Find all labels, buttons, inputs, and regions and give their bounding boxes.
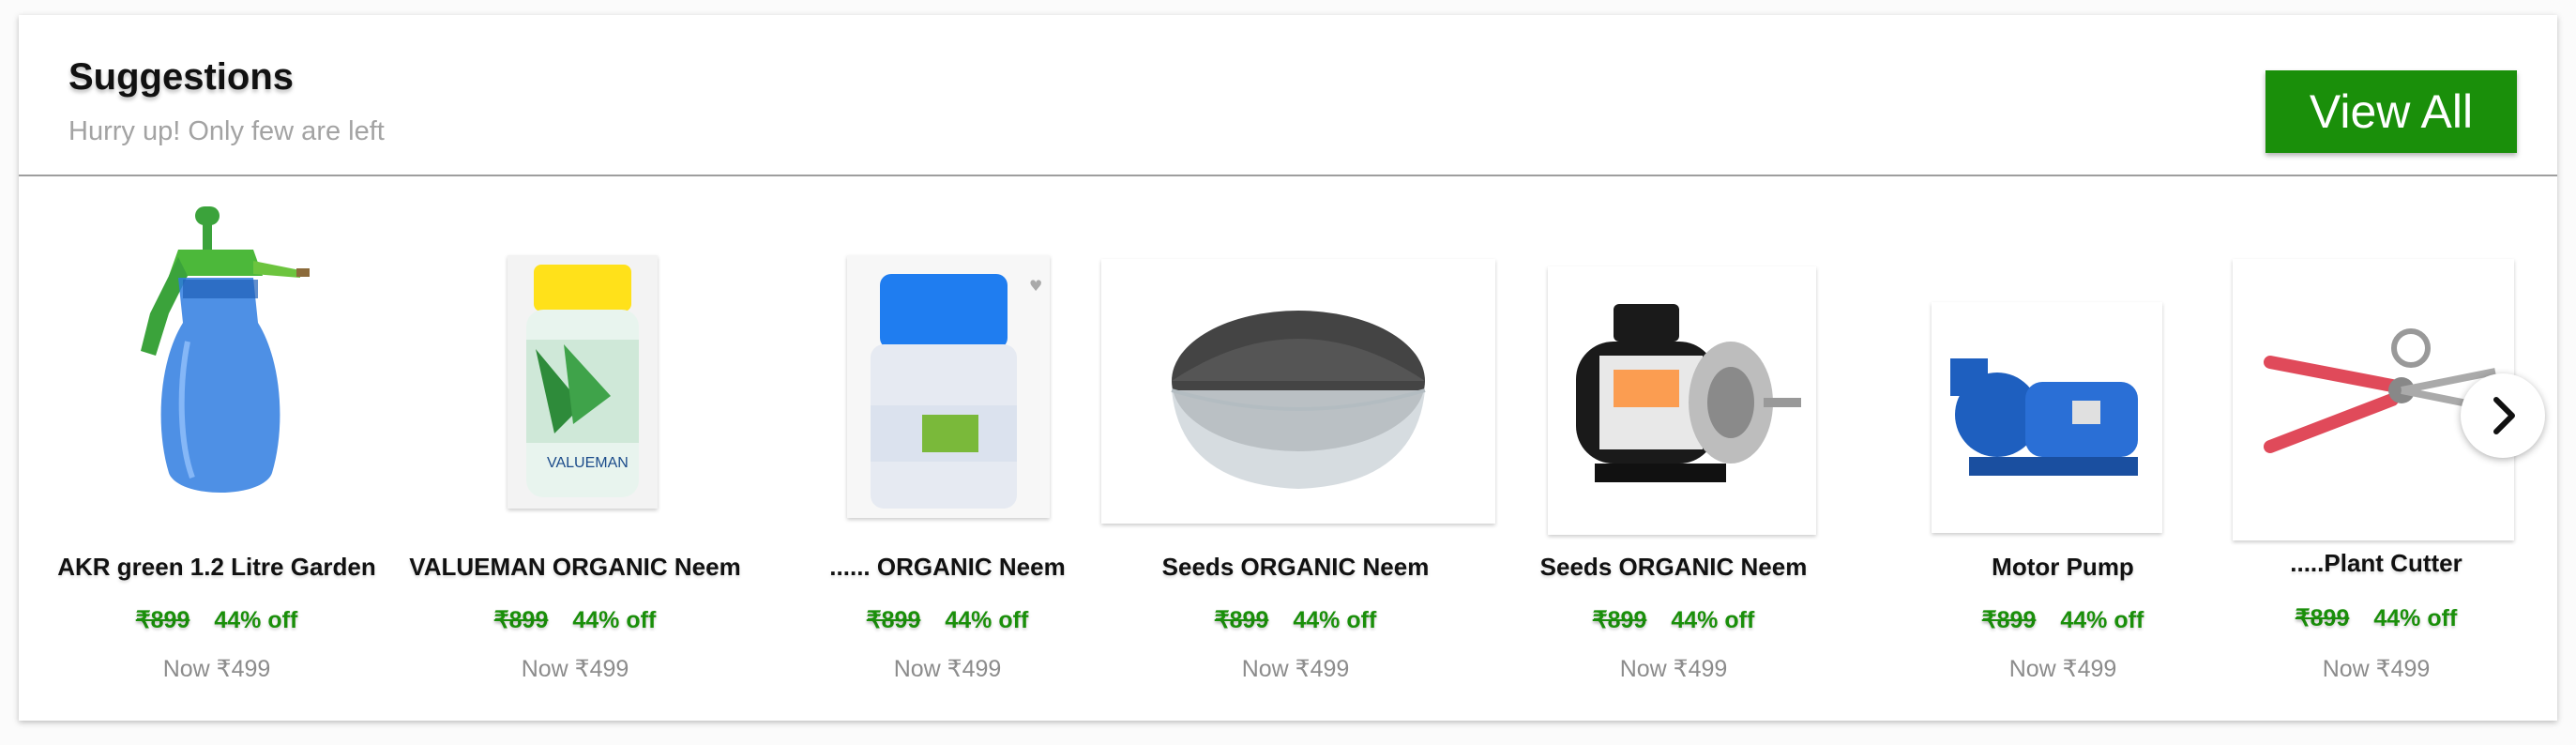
price-row: ₹899 44% off (494, 606, 657, 634)
discount-label: 44% off (2060, 607, 2144, 633)
old-price: ₹899 (135, 607, 190, 633)
product-name[interactable]: Seeds ORGANIC Neem (1540, 553, 1808, 582)
current-price: Now ₹499 (521, 656, 629, 682)
current-price: Now ₹499 (2008, 656, 2117, 682)
product-name[interactable]: VALUEMAN ORGANIC Neem (409, 553, 740, 582)
water-pump-image[interactable] (1932, 302, 2162, 533)
seeds-bowl-image[interactable] (1101, 259, 1495, 524)
price-row: ₹899 44% off (867, 606, 1029, 634)
current-price: Now ₹499 (1241, 656, 1350, 682)
old-price: ₹899 (1214, 607, 1269, 633)
old-price: ₹899 (2295, 605, 2350, 631)
discount-label: 44% off (1671, 607, 1755, 633)
discount-label: 44% off (572, 607, 657, 633)
price-row: ₹899 44% off (1215, 606, 1377, 634)
view-all-button[interactable]: View All (2265, 70, 2517, 153)
product-name[interactable]: .....Plant Cutter (2290, 549, 2462, 578)
old-price: ₹899 (1981, 607, 2037, 633)
suggestions-panel: Suggestions Hurry up! Only few are left … (19, 15, 2557, 721)
section-subtitle: Hurry up! Only few are left (68, 116, 385, 146)
price-row: ₹899 44% off (1982, 606, 2144, 634)
current-price: Now ₹499 (2322, 656, 2431, 682)
old-price: ₹899 (1592, 607, 1647, 633)
current-price: Now ₹499 (893, 656, 1002, 682)
old-price: ₹899 (493, 607, 549, 633)
product-name[interactable]: ...... ORGANIC Neem (829, 553, 1065, 582)
price-row: ₹899 44% off (2296, 604, 2458, 632)
current-price: Now ₹499 (1619, 656, 1728, 682)
price-row: ₹899 44% off (136, 606, 298, 634)
price-row: ₹899 44% off (1593, 606, 1755, 634)
section-title: Suggestions (68, 56, 295, 98)
bottle-brand-text: VALUEMAN (547, 455, 629, 471)
product-name[interactable]: AKR green 1.2 Litre Garden (57, 553, 376, 582)
discount-label: 44% off (2373, 605, 2458, 631)
old-price: ₹899 (866, 607, 921, 633)
discount-label: 44% off (1293, 607, 1377, 633)
heart-icon[interactable]: ♥ (1029, 277, 1042, 295)
blue-cap-bottle-image[interactable]: ♥ (847, 255, 1050, 518)
discount-label: 44% off (945, 607, 1029, 633)
neem-bottle-image[interactable]: VALUEMAN (508, 255, 658, 509)
electric-motor-image[interactable] (1548, 266, 1816, 535)
suggestions-header: Suggestions Hurry up! Only few are left … (19, 15, 2557, 176)
sprayer-image[interactable] (113, 201, 328, 510)
carousel-next-button[interactable] (2461, 373, 2545, 458)
product-name[interactable]: Motor Pump (1992, 553, 2134, 582)
current-price: Now ₹499 (162, 656, 271, 682)
product-name[interactable]: Seeds ORGANIC Neem (1162, 553, 1430, 582)
discount-label: 44% off (214, 607, 298, 633)
chevron-right-icon (2493, 397, 2515, 434)
